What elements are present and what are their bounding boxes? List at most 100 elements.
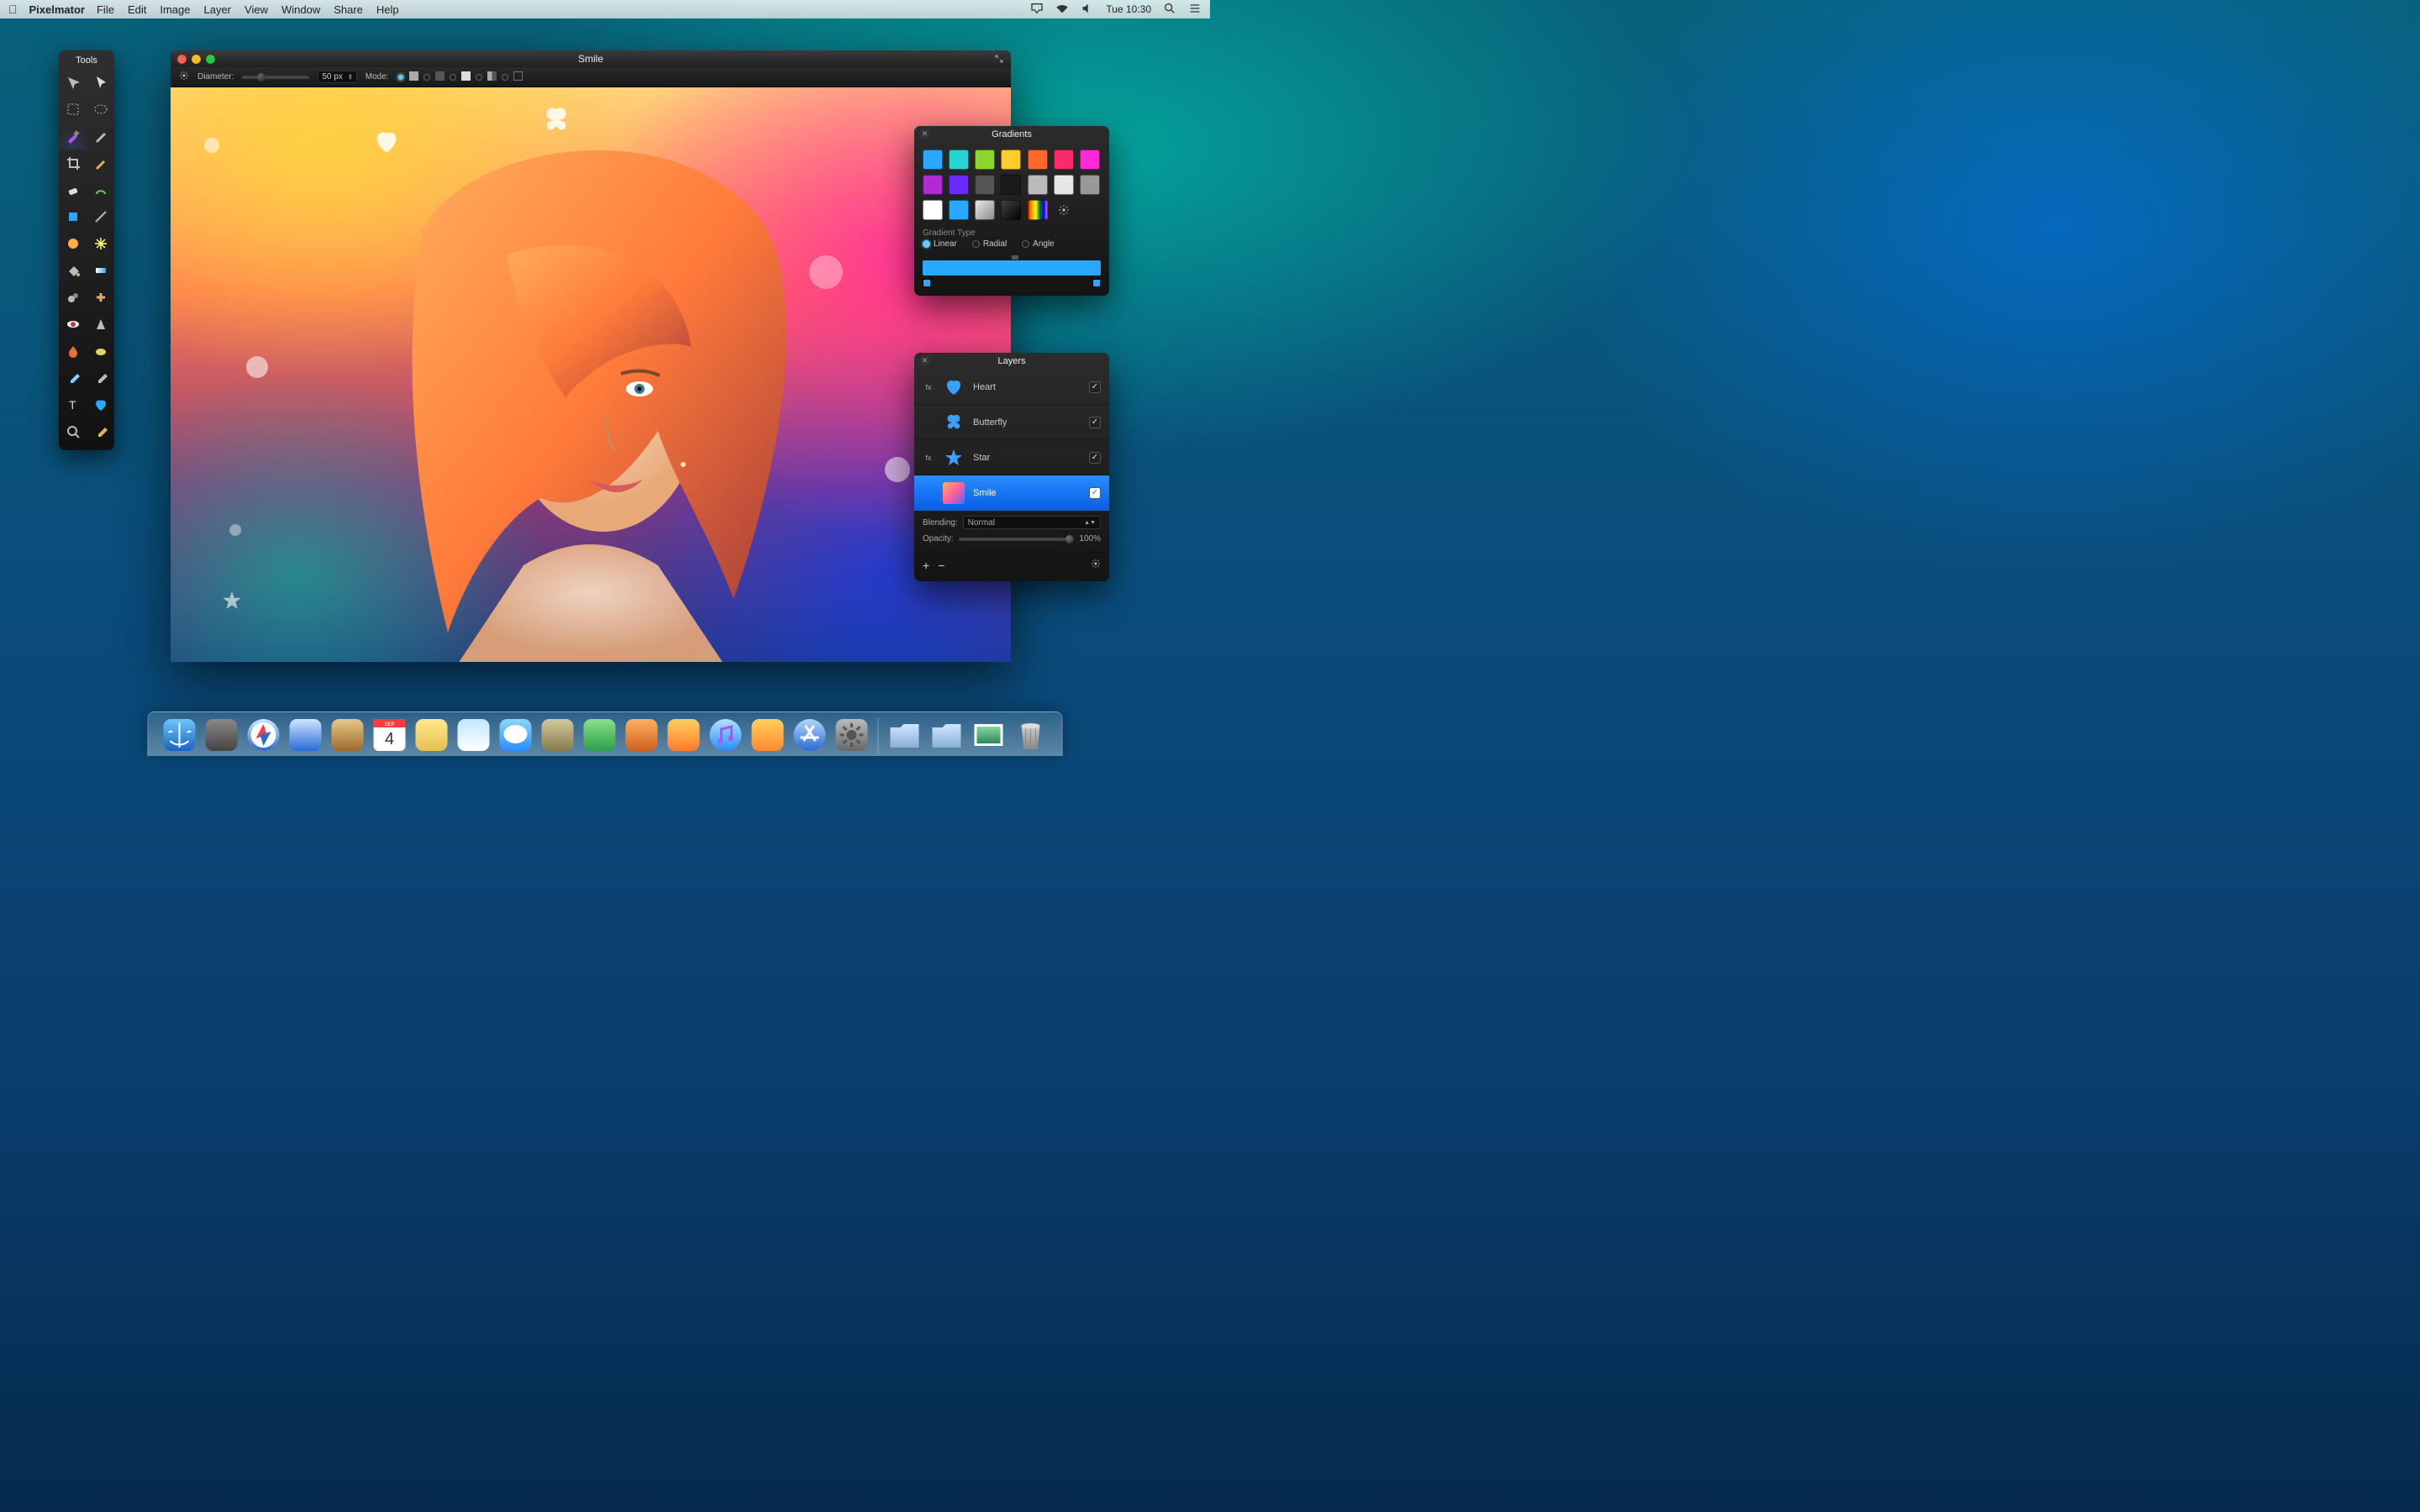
- layer-row[interactable]: fxHeart✓: [914, 370, 1109, 405]
- eraser-tool[interactable]: [59, 176, 87, 203]
- brush-tool[interactable]: [59, 123, 87, 150]
- layers-panel-titlebar[interactable]: ✕ Layers: [914, 353, 1109, 370]
- panel-close-button[interactable]: ✕: [919, 355, 930, 366]
- dock-mail-icon[interactable]: [287, 716, 325, 754]
- gradient-swatch[interactable]: [975, 150, 995, 170]
- menu-edit[interactable]: Edit: [128, 3, 146, 16]
- sponge-tool[interactable]: [87, 338, 114, 365]
- gradient-swatch[interactable]: [1001, 175, 1021, 195]
- gradient-swatch[interactable]: [1080, 175, 1100, 195]
- wifi-icon[interactable]: [1055, 2, 1069, 18]
- gradient-swatch[interactable]: [1054, 175, 1074, 195]
- gradient-swatch[interactable]: [975, 175, 995, 195]
- layer-row[interactable]: Butterfly✓: [914, 405, 1109, 440]
- gradient-preview-bar[interactable]: [923, 260, 1101, 276]
- layers-gear-icon[interactable]: [1091, 558, 1101, 573]
- type-tool[interactable]: T: [59, 391, 87, 418]
- airplay-icon[interactable]: [1030, 2, 1044, 18]
- dock-safari-icon[interactable]: [245, 716, 283, 754]
- redeye-tool[interactable]: [59, 311, 87, 338]
- gradient-tool[interactable]: [87, 257, 114, 284]
- gradient-swatch[interactable]: [923, 150, 943, 170]
- gradient-swatch[interactable]: [1028, 150, 1048, 170]
- layers-panel[interactable]: ✕ Layers fxHeart✓Butterfly✓fxStar✓Smile✓…: [914, 353, 1109, 581]
- dock-reminders-icon[interactable]: [455, 716, 493, 754]
- pencil-tool[interactable]: [87, 150, 114, 176]
- shape-tool[interactable]: [59, 203, 87, 230]
- document-titlebar[interactable]: Smile: [171, 50, 1011, 67]
- mode-radio-2[interactable]: [424, 74, 430, 81]
- move-tool[interactable]: [59, 69, 87, 96]
- dock-preferences-icon[interactable]: [833, 716, 871, 754]
- dock-contacts-icon[interactable]: [329, 716, 367, 754]
- toolbar-gear-icon[interactable]: [179, 71, 189, 83]
- pen-tool[interactable]: [87, 123, 114, 150]
- tools-panel[interactable]: Tools T: [59, 50, 114, 450]
- gradient-swatch[interactable]: [949, 200, 969, 220]
- notification-center-icon[interactable]: [1188, 2, 1202, 18]
- menu-layer[interactable]: Layer: [203, 3, 231, 16]
- color-picker-tool[interactable]: [87, 365, 114, 391]
- layer-visibility-checkbox[interactable]: ✓: [1089, 452, 1101, 464]
- paint-bucket-tool[interactable]: [59, 257, 87, 284]
- dock-launchpad-icon[interactable]: [203, 716, 241, 754]
- lasso-tool[interactable]: [87, 96, 114, 123]
- diameter-value-stepper[interactable]: 50 px ▲▼: [318, 71, 356, 83]
- menu-window[interactable]: Window: [281, 3, 320, 16]
- gradient-swatch[interactable]: [1001, 200, 1021, 220]
- add-layer-button[interactable]: +: [923, 559, 929, 571]
- eyedropper-tool[interactable]: [59, 365, 87, 391]
- dock-facetime-icon[interactable]: [581, 716, 619, 754]
- hand-tool[interactable]: [87, 418, 114, 445]
- gradient-type-angle[interactable]: Angle: [1022, 239, 1055, 249]
- dock-documents-icon[interactable]: [886, 716, 924, 754]
- heal-tool[interactable]: [87, 284, 114, 311]
- gradient-swatch[interactable]: [975, 200, 995, 220]
- fullscreen-icon[interactable]: [994, 53, 1004, 68]
- line-tool[interactable]: [87, 203, 114, 230]
- dock-pictures-icon[interactable]: [970, 716, 1008, 754]
- sparkle-tool[interactable]: [87, 230, 114, 257]
- mode-radio-5[interactable]: [502, 74, 508, 81]
- menu-help[interactable]: Help: [376, 3, 399, 16]
- mode-radio-3[interactable]: [450, 74, 456, 81]
- menu-file[interactable]: File: [97, 3, 114, 16]
- layer-visibility-checkbox[interactable]: ✓: [1089, 417, 1101, 428]
- menubar-clock[interactable]: Tue 10:30: [1106, 3, 1151, 15]
- menu-image[interactable]: Image: [160, 3, 190, 16]
- gradient-swatch[interactable]: [1028, 175, 1048, 195]
- mode-radio-1[interactable]: [397, 74, 404, 81]
- menu-share[interactable]: Share: [334, 3, 363, 16]
- gradient-swatch[interactable]: [1001, 150, 1021, 170]
- gradients-panel[interactable]: ✕ Gradients Gradient Type Linear Radial …: [914, 126, 1109, 296]
- blending-select[interactable]: Normal▲▼: [963, 516, 1101, 529]
- gradients-panel-titlebar[interactable]: ✕ Gradients: [914, 126, 1109, 143]
- dock-finder-icon[interactable]: [160, 716, 199, 754]
- dock-itunes-icon[interactable]: [707, 716, 745, 754]
- opacity-slider[interactable]: [959, 538, 1075, 541]
- dock-appstore-icon[interactable]: [791, 716, 829, 754]
- zoom-tool[interactable]: [59, 418, 87, 445]
- remove-layer-button[interactable]: −: [938, 559, 944, 571]
- heart-shape-tool[interactable]: [87, 391, 114, 418]
- layer-row[interactable]: fxStar✓: [914, 440, 1109, 475]
- dock-photobooth-icon[interactable]: [623, 716, 661, 754]
- crop-tool[interactable]: [59, 150, 87, 176]
- gradient-swatch[interactable]: [923, 175, 943, 195]
- panel-close-button[interactable]: ✕: [919, 129, 930, 139]
- gradient-stop-left[interactable]: [923, 279, 931, 287]
- dock-ibooks-icon[interactable]: [749, 716, 787, 754]
- gradient-presets-gear-icon[interactable]: [1054, 200, 1075, 220]
- marquee-tool[interactable]: [59, 96, 87, 123]
- gradient-swatch[interactable]: [949, 150, 969, 170]
- clone-tool[interactable]: [59, 284, 87, 311]
- gradient-type-linear[interactable]: Linear: [923, 239, 957, 249]
- document-canvas[interactable]: [171, 87, 1011, 662]
- gradient-swatch[interactable]: [1054, 150, 1074, 170]
- diameter-slider[interactable]: [242, 76, 309, 79]
- dock-maps-icon[interactable]: [539, 716, 577, 754]
- gradient-swatch[interactable]: [1028, 200, 1048, 220]
- volume-icon[interactable]: [1081, 2, 1094, 18]
- gradient-type-radial[interactable]: Radial: [972, 239, 1007, 249]
- dock-photos-icon[interactable]: [665, 716, 703, 754]
